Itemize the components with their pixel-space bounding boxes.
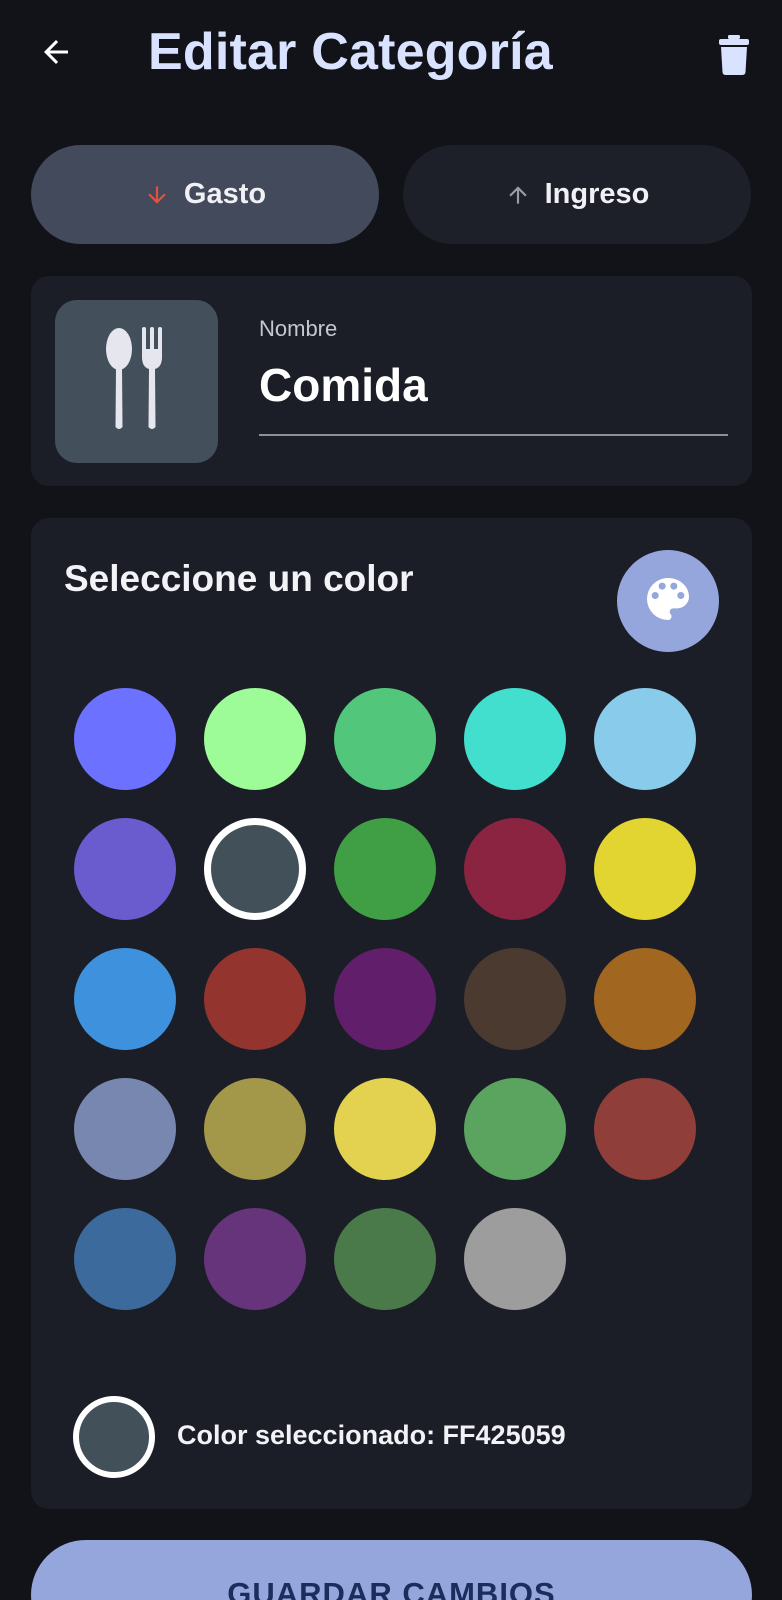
color-swatch[interactable] (464, 1078, 566, 1180)
color-swatch[interactable] (594, 948, 696, 1050)
color-section-heading: Seleccione un color (64, 558, 414, 599)
color-swatch[interactable] (74, 1078, 176, 1180)
selected-color-label: Color seleccionado: FF425059 (177, 1420, 566, 1450)
color-swatch[interactable] (464, 688, 566, 790)
color-swatch[interactable] (334, 818, 436, 920)
type-toggle-gasto-label: Gasto (183, 178, 267, 210)
color-swatch[interactable] (204, 1208, 306, 1310)
color-swatch[interactable] (594, 688, 696, 790)
back-button[interactable] (32, 30, 80, 78)
color-swatch[interactable] (464, 818, 566, 920)
page-title: Editar Categoría (148, 23, 553, 81)
save-changes-label: GUARDAR CAMBIOS (227, 1576, 556, 1600)
type-toggle-ingreso[interactable]: Ingreso (403, 145, 751, 244)
category-name-input[interactable] (259, 358, 721, 412)
color-swatch[interactable] (204, 818, 306, 920)
arrow-up-icon (505, 182, 531, 208)
color-swatch[interactable] (334, 948, 436, 1050)
custom-color-button[interactable] (617, 550, 719, 652)
type-toggle-gasto[interactable]: Gasto (31, 145, 379, 244)
app-bar: Editar Categoría (0, 0, 782, 112)
name-field-label: Nombre (259, 316, 338, 341)
category-name-card: Nombre (31, 276, 752, 486)
color-swatch[interactable] (204, 688, 306, 790)
color-swatch[interactable] (74, 688, 176, 790)
color-swatch[interactable] (594, 818, 696, 920)
fork-spoon-icon (105, 327, 169, 436)
color-swatch[interactable] (334, 688, 436, 790)
color-swatch[interactable] (204, 1078, 306, 1180)
trash-icon (719, 34, 749, 80)
color-swatch[interactable] (334, 1208, 436, 1310)
save-changes-button[interactable]: GUARDAR CAMBIOS (31, 1540, 752, 1600)
color-picker-card: Seleccione un color Color seleccionado: … (31, 518, 752, 1509)
name-field-underline (259, 434, 728, 436)
color-swatch[interactable] (464, 1208, 566, 1310)
category-icon-picker[interactable] (55, 300, 218, 463)
type-toggle-ingreso-label: Ingreso (544, 178, 650, 210)
color-swatch[interactable] (334, 1078, 436, 1180)
color-swatch[interactable] (74, 948, 176, 1050)
color-swatch[interactable] (204, 948, 306, 1050)
arrow-down-icon (144, 182, 170, 208)
color-swatch[interactable] (74, 1208, 176, 1310)
color-swatch[interactable] (74, 818, 176, 920)
delete-button[interactable] (704, 30, 764, 84)
color-swatch[interactable] (464, 948, 566, 1050)
selected-color-preview (73, 1396, 155, 1478)
palette-icon (640, 571, 696, 632)
edit-category-screen: Editar Categoría Gasto Ingreso Nombre Co… (0, 0, 782, 1600)
arrow-left-icon (38, 34, 74, 75)
color-swatch[interactable] (594, 1078, 696, 1180)
